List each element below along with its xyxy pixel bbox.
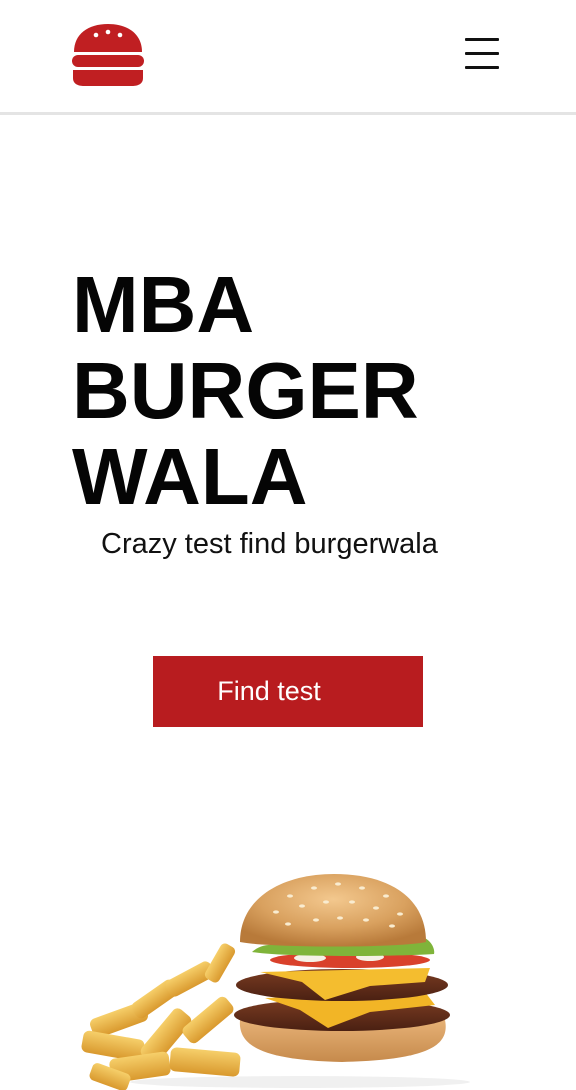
hero-title-line: MBA xyxy=(72,260,255,349)
hero-title: MBA BURGER WALA xyxy=(72,262,419,520)
burger-and-fries-image xyxy=(81,874,470,1090)
site-header xyxy=(0,0,576,115)
hamburger-menu-icon[interactable] xyxy=(462,36,502,72)
find-test-button[interactable]: Find test xyxy=(153,656,423,727)
burger-logo-icon[interactable] xyxy=(72,22,144,88)
hero-title-line: BURGER xyxy=(72,346,419,435)
hero-subtitle: Crazy test find burgerwala xyxy=(101,528,438,560)
hero-title-line: WALA xyxy=(72,432,308,521)
